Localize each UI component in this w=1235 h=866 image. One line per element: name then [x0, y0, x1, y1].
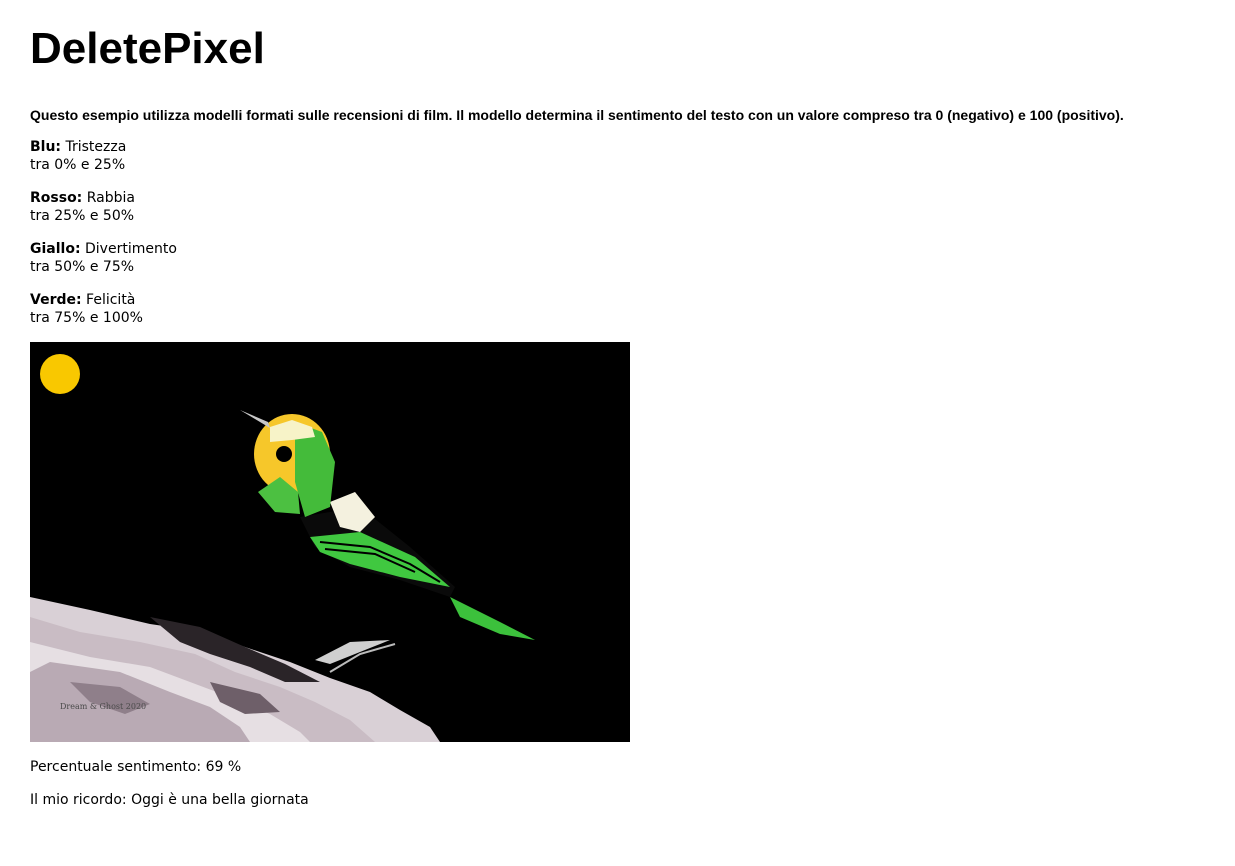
legend-range: tra 25% e 50%: [30, 208, 135, 224]
sentiment-indicator-dot: [40, 354, 80, 394]
legend-color-name: Rosso:: [30, 190, 83, 206]
legend-range: tra 50% e 75%: [30, 259, 135, 275]
legend-emotion: Tristezza: [65, 139, 127, 155]
legend-item-green: Verde: Felicità tra 75% e 100%: [30, 291, 143, 327]
legend-item-blue: Blu: Tristezza tra 0% e 25%: [30, 138, 126, 174]
bird-photo: Dream & Ghost 2020: [30, 342, 630, 742]
legend-color-name: Verde:: [30, 292, 82, 308]
legend-emotion: Rabbia: [86, 190, 135, 206]
memory-label: Il mio ricordo:: [30, 792, 127, 808]
memory-value: Oggi è una bella giornata: [131, 792, 309, 808]
legend-emotion: Felicità: [86, 292, 136, 308]
legend-color-name: Giallo:: [30, 241, 81, 257]
legend-color-name: Blu:: [30, 139, 62, 155]
legend-item-red: Rosso: Rabbia tra 25% e 50%: [30, 189, 135, 225]
intro-text: Questo esempio utilizza modelli formati …: [30, 107, 1124, 123]
bird-image: Dream & Ghost 2020: [30, 342, 630, 742]
percentage-value: 69: [205, 759, 224, 775]
photo-signature: Dream & Ghost 2020: [60, 702, 146, 711]
legend-range: tra 0% e 25%: [30, 157, 126, 173]
percentage-label: Percentuale sentimento:: [30, 759, 202, 775]
legend-item-yellow: Giallo: Divertimento tra 50% e 75%: [30, 240, 177, 276]
legend-emotion: Divertimento: [85, 241, 177, 257]
page-title: DeletePixel: [30, 24, 265, 73]
sentiment-percentage: Percentuale sentimento: 69 %: [30, 758, 241, 776]
memory-text: Il mio ricordo: Oggi è una bella giornat…: [30, 791, 309, 809]
legend-range: tra 75% e 100%: [30, 310, 143, 326]
percentage-unit: %: [227, 759, 242, 775]
